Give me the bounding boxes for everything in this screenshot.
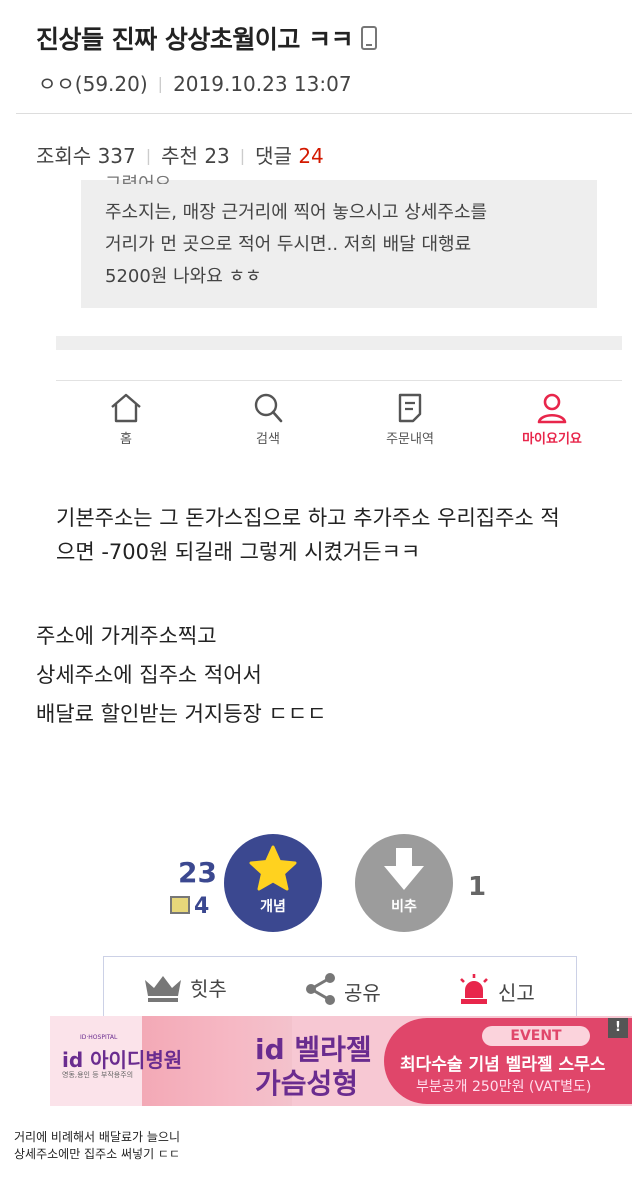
ad-offer-line: 부분공개 250만원 (VAT별도) [416, 1079, 592, 1095]
fixed-recommend: 4 [170, 894, 209, 919]
report-label: 신고 [498, 981, 535, 1005]
recommend-button-label: 개념 [260, 899, 286, 915]
tab-my-yogiyo-label: 마이요기요 [522, 432, 582, 447]
ad-info-icon[interactable]: ! [608, 1018, 628, 1038]
not-recommend-button-label: 비추 [391, 899, 417, 915]
ad-offer-panel: EVENT 최다수술 기념 벨라젤 스무스 부분공개 250만원 (VAT별도) [384, 1018, 632, 1104]
report-button[interactable]: 신고 [456, 972, 535, 1006]
tab-home: 홈 [71, 392, 181, 447]
views-count: 337 [97, 144, 136, 168]
quoted-line: 주소지는, 매장 근거리에 찍어 놓으시고 상세주소를 [105, 202, 488, 223]
ad-logo-small: ID·HOSPITAL [80, 1034, 118, 1041]
comments-label[interactable]: 댓글 [255, 144, 292, 168]
post-body-line: 배달료 할인받는 거지등장 ㄷㄷㄷ [36, 702, 327, 726]
not-recommend-count: 1 [468, 872, 487, 902]
post-body-line: 상세주소에 집주소 적어서 [36, 663, 262, 687]
crown-icon [145, 976, 181, 1002]
meta-divider: | [157, 74, 164, 93]
fix-user-icon [170, 896, 190, 914]
recommend-label: 추천 [161, 144, 198, 168]
ad-banner[interactable]: ID·HOSPITAL id 아이디병원 영동,용인 등 부작용주의 id 벨라… [50, 1016, 632, 1106]
post-body-line: 주소에 가게주소찍고 [36, 624, 217, 648]
tab-orders: 주문내역 [355, 392, 465, 447]
comments-count[interactable]: 24 [298, 144, 323, 168]
caption-line: 상세주소에만 집주소 써넣기 ㄷㄷ [14, 1147, 181, 1161]
recommend-total: 23 [178, 856, 217, 889]
header-divider [16, 113, 632, 114]
tab-home-label: 홈 [120, 432, 132, 447]
post-title: 진상들 진짜 상상초월이고 ㅋㅋ [36, 20, 378, 56]
share-button[interactable]: 공유 [304, 972, 381, 1006]
recommend-button[interactable]: 개념 [224, 834, 322, 932]
star-icon [249, 845, 297, 891]
stats-divider: | [239, 146, 246, 165]
chat-message-line: 기본주소는 그 돈가스집으로 하고 추가주소 우리집주소 적 [56, 506, 560, 530]
ad-event-tag: EVENT [482, 1026, 590, 1046]
post-date: 2019.10.23 13:07 [173, 72, 352, 96]
ad-headline: 가슴성형 [255, 1067, 359, 1100]
share-label: 공유 [344, 981, 381, 1005]
tab-search: 검색 [213, 392, 323, 447]
stats-divider: | [145, 146, 152, 165]
tab-my-yogiyo: 마이요기요 [497, 392, 607, 447]
post-title-text: 진상들 진짜 상상초월이고 ㅋㅋ [36, 25, 354, 54]
ad-logo: id 아이디병원 [62, 1048, 183, 1072]
siren-icon [460, 974, 488, 1004]
tab-orders-label: 주문내역 [386, 432, 434, 447]
chat-message-line: 으면 -700원 되길래 그렇게 시켰거든ㅋㅋ [56, 540, 421, 564]
ad-logo-sub: 영동,용인 등 부작용주의 [62, 1071, 134, 1079]
views-label: 조회수 [36, 144, 92, 168]
cut-text-line: 그렸어요 ... [105, 170, 194, 184]
down-arrow-icon [384, 848, 424, 890]
tab-bar-border [56, 380, 622, 381]
ad-offer-line: 최다수술 기념 벨라젤 스무스 [400, 1055, 606, 1075]
mobile-icon [361, 26, 378, 50]
caption-line: 거리에 비례해서 배달료가 늘으니 [14, 1130, 181, 1144]
share-icon [306, 973, 335, 1005]
hit-recommend-button[interactable]: 힛추 [142, 972, 227, 1002]
section-separator [56, 336, 622, 350]
tab-search-label: 검색 [256, 432, 280, 447]
post-stats: 조회수 337 | 추천 23 | 댓글 24 [36, 140, 324, 169]
hit-recommend-label: 힛추 [190, 977, 227, 1001]
quoted-line: 거리가 먼 곳으로 적어 두시면.. 저희 배달 대행료 [105, 234, 472, 255]
fixed-recommend-count: 4 [194, 894, 210, 919]
not-recommend-button[interactable]: 비추 [355, 834, 453, 932]
quoted-line: 5200원 나와요 ㅎㅎ [105, 266, 262, 287]
post-meta: ㅇㅇ(59.20) | 2019.10.23 13:07 [38, 68, 352, 97]
order-list-icon [398, 393, 422, 423]
user-icon [537, 393, 567, 424]
home-icon [111, 393, 141, 423]
recommend-count: 23 [204, 144, 230, 168]
author-name[interactable]: ㅇㅇ(59.20) [38, 72, 148, 96]
search-icon [254, 393, 283, 423]
